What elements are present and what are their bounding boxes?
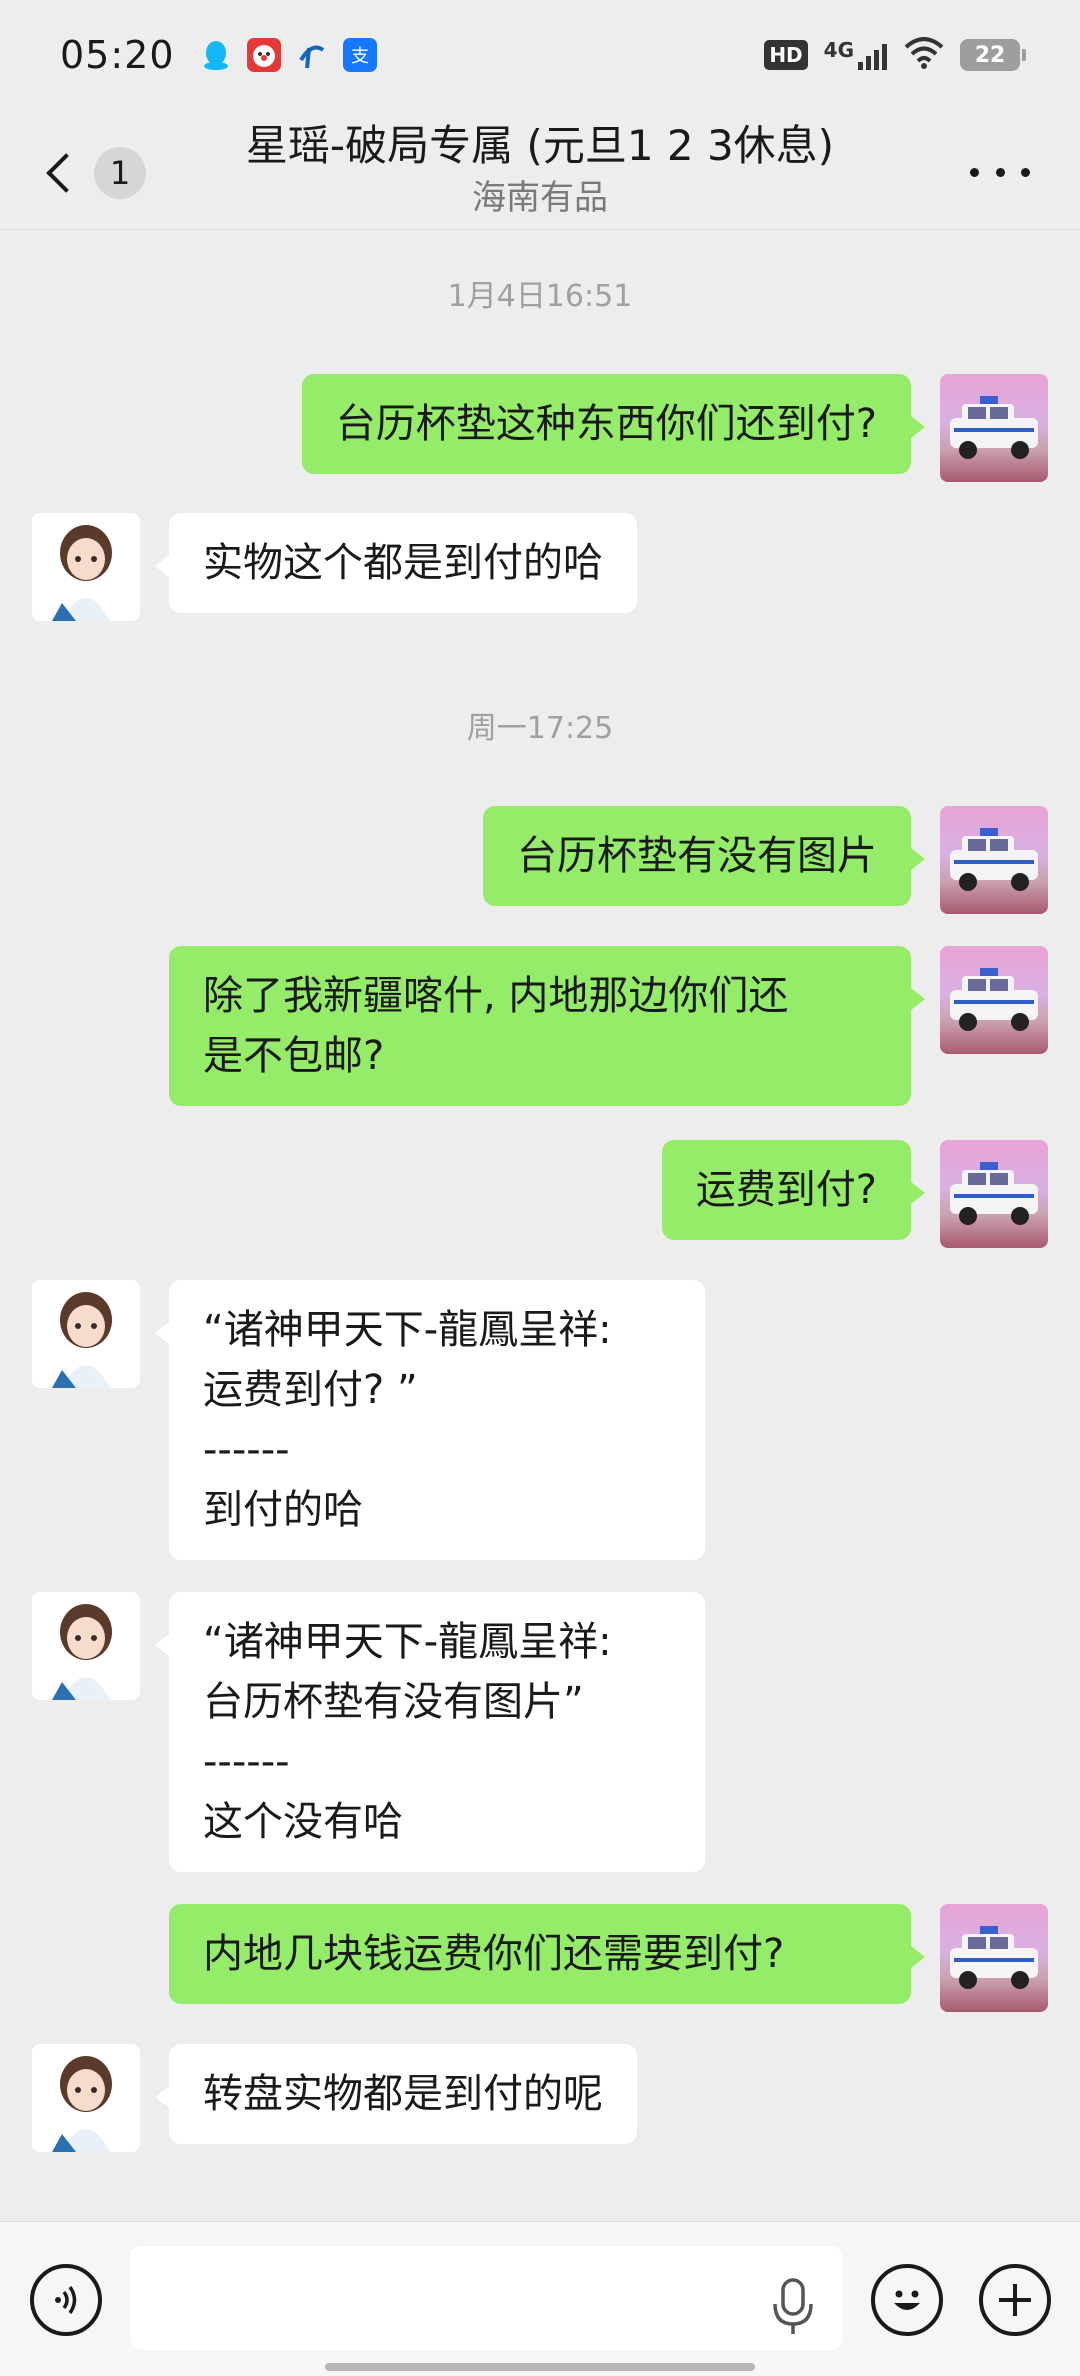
my-avatar[interactable] (940, 374, 1048, 482)
message-list[interactable]: 1月4日16:51 台历杯垫这种东西你们还到付? 实物这个都是到付的哈 周一17… (0, 231, 1080, 2221)
battery-icon: 22 (960, 39, 1026, 71)
contact-avatar[interactable] (32, 1592, 140, 1700)
contact-avatar[interactable] (32, 513, 140, 621)
my-avatar[interactable] (940, 946, 1048, 1054)
more-functions-button[interactable] (979, 2264, 1051, 2336)
signal-icon: 4G (824, 40, 888, 70)
status-notification-icons: 支 (199, 38, 377, 72)
status-system-icons: HD 4G 22 (764, 37, 1026, 73)
message-text-input[interactable] (130, 2246, 842, 2350)
dot-icon (1021, 167, 1030, 177)
chat-header: 1 星瑶-破局专属 (元旦1 2 3休息) 海南有品 (0, 110, 1080, 230)
anime-girl-icon (52, 1604, 112, 1700)
voice-input-button[interactable] (30, 2264, 102, 2336)
police-car-icon (950, 828, 1038, 891)
police-car-icon (950, 396, 1038, 459)
contact-avatar[interactable] (32, 2044, 140, 2152)
my-message-bubble[interactable]: 台历杯垫这种东西你们还到付? (301, 374, 926, 474)
police-car-icon (950, 968, 1038, 1031)
more-options-button[interactable] (970, 152, 1030, 192)
microphone-icon[interactable] (770, 2276, 816, 2336)
chat-subtitle: 海南有品 (472, 178, 608, 218)
dot-icon (970, 167, 979, 177)
emoji-button[interactable] (871, 2264, 943, 2336)
contact-message-bubble[interactable]: 转盘实物都是到付的呢 (155, 2044, 637, 2144)
hd-icon: HD (764, 40, 808, 70)
contact-message-bubble[interactable]: 实物这个都是到付的哈 (155, 513, 637, 613)
status-bar: 05:20 支 HD 4G 22 (0, 0, 1080, 110)
police-car-icon (950, 1162, 1038, 1225)
police-car-icon (950, 1926, 1038, 1989)
svg-text:支: 支 (351, 46, 369, 67)
anime-girl-icon (52, 2056, 112, 2152)
timestamp: 周一17:25 (466, 711, 614, 746)
my-message-bubble[interactable]: 除了我新疆喀什, 内地那边你们还 是不包邮? (169, 946, 925, 1106)
clown-app-icon (246, 38, 281, 72)
contact-avatar[interactable] (32, 1280, 140, 1388)
my-message-bubble[interactable]: 台历杯垫有没有图片 (483, 806, 925, 906)
my-avatar[interactable] (940, 1904, 1048, 2012)
chat-title: 星瑶-破局专属 (元旦1 2 3休息) (245, 121, 835, 170)
timestamp: 1月4日16:51 (447, 279, 633, 314)
my-avatar[interactable] (940, 806, 1048, 914)
status-time: 05:20 (60, 33, 175, 77)
wifi-icon (904, 37, 944, 73)
voice-icon (55, 2286, 77, 2314)
my-avatar[interactable] (940, 1140, 1048, 1248)
my-message-bubble[interactable]: 内地几块钱运费你们还需要到付? (169, 1904, 925, 2004)
contact-message-bubble[interactable]: “诸神甲天下-龍鳳呈祥: 运费到付? ” ------ 到付的哈 (155, 1280, 705, 1560)
china-telecom-icon (295, 38, 329, 72)
contact-message-bubble[interactable]: “诸神甲天下-龍鳳呈祥: 台历杯垫有没有图片” ------ 这个没有哈 (155, 1592, 705, 1872)
plus-icon (999, 2284, 1031, 2316)
home-indicator[interactable] (325, 2363, 755, 2371)
dot-icon (995, 167, 1005, 177)
message-input-bar (0, 2221, 1080, 2376)
alipay-icon: 支 (342, 38, 377, 72)
my-message-bubble[interactable]: 运费到付? (661, 1140, 926, 1240)
anime-girl-icon (52, 525, 112, 621)
smiley-icon (894, 2290, 920, 2310)
anime-girl-icon (52, 1292, 112, 1388)
qq-icon (199, 38, 233, 72)
